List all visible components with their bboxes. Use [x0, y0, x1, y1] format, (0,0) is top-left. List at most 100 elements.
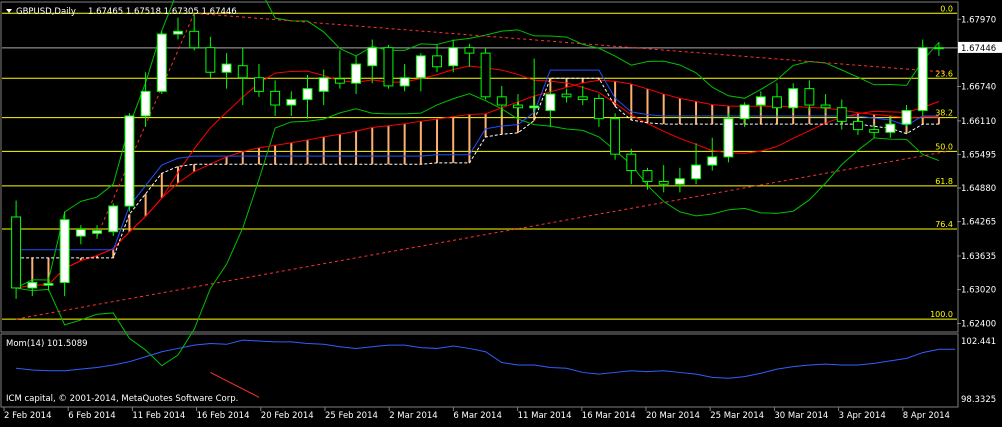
- date-axis-label: 16 Mar 2014: [582, 411, 636, 421]
- momentum-axis-min: 98.3325: [961, 395, 996, 405]
- price-chart[interactable]: 0.0 23.6 38.2 50.0 61.8 76.4 100.0 1.67970 1.67…: [0, 0, 1002, 423]
- candle[interactable]: [723, 118, 734, 158]
- date-axis-label: 25 Feb 2014: [325, 411, 378, 421]
- date-axis-label: 30 Mar 2014: [774, 411, 828, 421]
- fib-label-100.0: 100.0: [930, 310, 953, 319]
- candle[interactable]: [739, 104, 750, 120]
- date-axis-label: 20 Feb 2014: [261, 411, 314, 421]
- candle[interactable]: [820, 104, 831, 109]
- candle[interactable]: [610, 118, 621, 155]
- date-axis-label: 25 Mar 2014: [710, 411, 764, 421]
- candle[interactable]: [221, 63, 232, 73]
- candle[interactable]: [885, 123, 896, 133]
- candle[interactable]: [707, 156, 718, 166]
- candle[interactable]: [464, 47, 475, 54]
- candle[interactable]: [448, 47, 459, 67]
- fib-label-23.6: 23.6: [935, 69, 953, 78]
- candle[interactable]: [367, 47, 378, 67]
- bollinger-upper-line: [15, 0, 940, 289]
- candle[interactable]: [626, 153, 637, 172]
- candle[interactable]: [92, 230, 102, 234]
- fib-label-61.8: 61.8: [935, 177, 953, 186]
- price-axis-label: 1.64880: [961, 184, 996, 194]
- date-axis-label: 6 Feb 2014: [68, 411, 116, 421]
- candle[interactable]: [788, 88, 799, 109]
- candle[interactable]: [755, 96, 766, 106]
- momentum-line: [16, 339, 956, 379]
- candle[interactable]: [658, 180, 669, 185]
- main-panel-frame: [0, 1, 959, 333]
- symbol-label[interactable]: GBPUSD,Daily: [16, 7, 76, 17]
- candle[interactable]: [140, 90, 151, 117]
- price-axis-label: 1.62400: [961, 319, 996, 329]
- momentum-label: Mom(14) 101.5089: [6, 339, 88, 349]
- fib-label-50.0: 50.0: [935, 142, 953, 151]
- date-axis-label: 16 Feb 2014: [197, 411, 250, 421]
- price-axis-label: 1.63635: [961, 252, 996, 262]
- ichimoku-cloud-layer: [15, 78, 940, 288]
- candle[interactable]: [674, 178, 685, 185]
- candle[interactable]: [691, 164, 702, 180]
- axis-layer: 1.67970 1.67446 1.66740 1.66110 1.65495 1.648…: [3, 15, 1002, 421]
- date-axis-label: 11 Mar 2014: [518, 411, 572, 421]
- candle[interactable]: [415, 55, 426, 79]
- candle[interactable]: [642, 170, 653, 182]
- candle[interactable]: [432, 55, 442, 68]
- candle[interactable]: [901, 109, 912, 125]
- candle[interactable]: [529, 105, 540, 109]
- candle[interactable]: [75, 229, 86, 237]
- candle[interactable]: [11, 216, 22, 289]
- candle[interactable]: [917, 47, 928, 111]
- candle[interactable]: [480, 52, 491, 98]
- fast-ma-line: [16, 65, 940, 289]
- candle[interactable]: [933, 47, 944, 50]
- candle[interactable]: [772, 96, 782, 109]
- senkou-span-line: [16, 77, 939, 259]
- candle[interactable]: [836, 107, 847, 122]
- candle[interactable]: [869, 129, 880, 133]
- candle[interactable]: [513, 104, 523, 109]
- candle[interactable]: [124, 115, 135, 207]
- candle[interactable]: [496, 96, 507, 106]
- candle[interactable]: [237, 65, 248, 79]
- candle[interactable]: [853, 120, 863, 131]
- support-trendline: [16, 150, 948, 320]
- candle[interactable]: [156, 33, 167, 92]
- price-axis-label: 1.65495: [961, 150, 996, 160]
- candle[interactable]: [43, 283, 54, 286]
- candle[interactable]: [302, 88, 313, 101]
- candle[interactable]: [545, 93, 556, 111]
- candles-layer[interactable]: [11, 13, 944, 299]
- candle[interactable]: [27, 281, 38, 289]
- chart-canvas[interactable]: 0.023.638.250.061.876.4100.0 1.679701.67…: [0, 0, 1002, 423]
- resistance-trendline: [194, 12, 948, 73]
- candle[interactable]: [399, 77, 410, 87]
- candle[interactable]: [318, 77, 329, 92]
- symbol-dropdown-icon[interactable]: [6, 9, 12, 13]
- candle[interactable]: [351, 63, 362, 84]
- fibonacci-layer: 0.023.638.250.061.876.4100.0: [2, 4, 957, 320]
- ohlc-readout: 1.67465 1.67518 1.67305 1.67446: [88, 7, 237, 17]
- price-axis-label: 1.66740: [961, 82, 996, 92]
- price-axis-label: 1.67970: [961, 15, 996, 25]
- candle[interactable]: [593, 97, 604, 120]
- candle[interactable]: [253, 77, 264, 92]
- price-axis-label: 1.63020: [961, 286, 996, 296]
- candle[interactable]: [189, 30, 200, 49]
- candle[interactable]: [561, 93, 572, 98]
- date-axis-label: 2 Feb 2014: [4, 411, 52, 421]
- candle[interactable]: [334, 78, 345, 84]
- fib-label-0.0: 0.0: [940, 4, 953, 13]
- candle[interactable]: [383, 47, 394, 87]
- candle[interactable]: [108, 205, 119, 233]
- candle[interactable]: [205, 47, 216, 73]
- candle[interactable]: [286, 99, 297, 106]
- date-axis-label: 3 Apr 2014: [839, 411, 886, 421]
- candle[interactable]: [804, 88, 815, 106]
- candle[interactable]: [577, 96, 588, 101]
- date-axis-label: 6 Mar 2014: [453, 411, 501, 421]
- candle[interactable]: [270, 90, 281, 106]
- candle[interactable]: [173, 30, 183, 35]
- candle[interactable]: [59, 219, 70, 283]
- copyright-text: ICM capital, © 2001-2014, MetaQuotes Sof…: [6, 394, 238, 404]
